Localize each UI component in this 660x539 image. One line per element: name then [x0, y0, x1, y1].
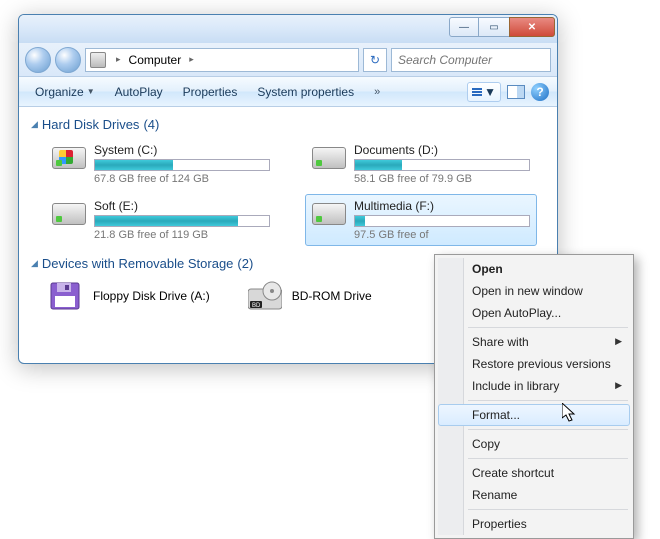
- view-button[interactable]: ▼: [467, 82, 501, 102]
- menu-include-library[interactable]: Include in library▶: [438, 375, 630, 397]
- menu-properties[interactable]: Properties: [438, 513, 630, 535]
- search-input[interactable]: [391, 48, 551, 72]
- close-button[interactable]: ✕: [509, 17, 555, 37]
- capacity-bar: [94, 159, 270, 171]
- refresh-button[interactable]: ↻: [363, 48, 387, 72]
- menu-restore-previous[interactable]: Restore previous versions: [438, 353, 630, 375]
- menu-share-with[interactable]: Share with▶: [438, 331, 630, 353]
- capacity-bar: [354, 215, 530, 227]
- device-bdrom[interactable]: BD BD-ROM Drive: [244, 277, 376, 315]
- computer-icon: [90, 52, 106, 68]
- drive-icon: [52, 203, 86, 231]
- system-properties-button[interactable]: System properties: [249, 82, 362, 102]
- address-bar[interactable]: ▸ Computer ▸: [85, 48, 359, 72]
- submenu-arrow-icon: ▶: [615, 380, 622, 391]
- device-label: Floppy Disk Drive (A:): [93, 289, 210, 303]
- drive-label: Documents (D:): [354, 143, 530, 157]
- drive-free-text: 21.8 GB free of 119 GB: [94, 229, 270, 241]
- drive-label: Multimedia (F:): [354, 199, 530, 213]
- capacity-bar: [94, 215, 270, 227]
- capacity-bar: [354, 159, 530, 171]
- drive-icon: [312, 203, 346, 231]
- more-commands-button[interactable]: »: [366, 83, 386, 101]
- drive-label: Soft (E:): [94, 199, 270, 213]
- menu-open[interactable]: Open: [438, 258, 630, 280]
- breadcrumb-arrow-icon: ▸: [114, 54, 123, 65]
- drive-multimedia-f[interactable]: Multimedia (F:) 97.5 GB free of: [305, 194, 537, 246]
- preview-pane-button[interactable]: [505, 81, 527, 103]
- forward-button[interactable]: [55, 47, 81, 73]
- minimize-button[interactable]: —: [449, 17, 479, 37]
- properties-button[interactable]: Properties: [175, 82, 246, 102]
- menu-create-shortcut[interactable]: Create shortcut: [438, 462, 630, 484]
- bdrom-icon: BD: [248, 281, 282, 311]
- section-title: Devices with Removable Storage: [42, 256, 233, 271]
- section-count: (2): [237, 256, 253, 271]
- context-menu: Open Open in new window Open AutoPlay...…: [434, 254, 634, 539]
- section-title: Hard Disk Drives: [42, 117, 140, 132]
- toolbar: Organize ▼ AutoPlay Properties System pr…: [19, 77, 557, 107]
- navbar: ▸ Computer ▸ ↻: [19, 43, 557, 77]
- drive-system-c[interactable]: System (C:) 67.8 GB free of 124 GB: [45, 138, 277, 190]
- collapse-icon: ◢: [31, 258, 38, 269]
- list-icon: [472, 88, 482, 96]
- svg-text:BD: BD: [252, 303, 261, 309]
- autoplay-button[interactable]: AutoPlay: [107, 82, 171, 102]
- maximize-button[interactable]: ▭: [479, 17, 509, 37]
- submenu-arrow-icon: ▶: [615, 336, 622, 347]
- drive-label: System (C:): [94, 143, 270, 157]
- section-header-hdd[interactable]: ◢ Hard Disk Drives (4): [31, 117, 545, 132]
- drive-documents-d[interactable]: Documents (D:) 58.1 GB free of 79.9 GB: [305, 138, 537, 190]
- drive-free-text: 97.5 GB free of: [354, 229, 530, 241]
- device-floppy-a[interactable]: Floppy Disk Drive (A:): [45, 277, 214, 315]
- titlebar: — ▭ ✕: [19, 15, 557, 43]
- help-button[interactable]: ?: [531, 83, 549, 101]
- menu-rename[interactable]: Rename: [438, 484, 630, 506]
- drive-free-text: 67.8 GB free of 124 GB: [94, 173, 270, 185]
- section-count: (4): [143, 117, 159, 132]
- menu-format[interactable]: Format...: [438, 404, 630, 426]
- floppy-icon: [49, 281, 83, 311]
- breadcrumb-location[interactable]: Computer: [129, 53, 182, 67]
- back-button[interactable]: [25, 47, 51, 73]
- menu-open-new-window[interactable]: Open in new window: [438, 280, 630, 302]
- device-label: BD-ROM Drive: [292, 289, 372, 303]
- drive-free-text: 58.1 GB free of 79.9 GB: [354, 173, 530, 185]
- drive-soft-e[interactable]: Soft (E:) 21.8 GB free of 119 GB: [45, 194, 277, 246]
- drive-icon: [312, 147, 346, 175]
- breadcrumb-arrow-icon: ▸: [187, 54, 196, 65]
- drive-icon: [52, 147, 86, 175]
- organize-button[interactable]: Organize ▼: [27, 82, 103, 102]
- menu-copy[interactable]: Copy: [438, 433, 630, 455]
- collapse-icon: ◢: [31, 119, 38, 130]
- menu-open-autoplay[interactable]: Open AutoPlay...: [438, 302, 630, 324]
